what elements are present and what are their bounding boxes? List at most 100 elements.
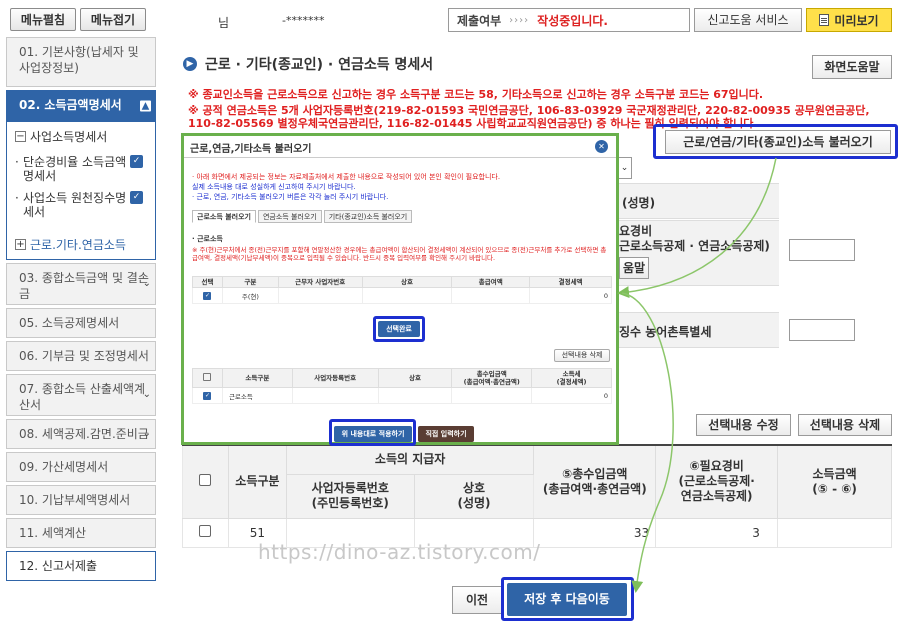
menu-item-prepaid-tax[interactable]: 10. 기납부세액명세서: [6, 485, 156, 515]
chevron-up-icon[interactable]: ▲: [140, 100, 151, 112]
delete-selected-button[interactable]: 선택내용 삭제: [798, 414, 892, 436]
collapse-icon[interactable]: −: [15, 131, 26, 142]
expand-icon[interactable]: +: [15, 239, 26, 250]
income-table: 소득구분 소득의 지급자 ⑤총수입금액 (총급여액·총연금액) ⑥필요경비 (근…: [182, 444, 892, 548]
mcell-income-type: 근로소득: [221, 387, 293, 404]
menu-item-tax-credit[interactable]: 08. 세액공제.감면.준비금 ⌄: [6, 419, 156, 449]
page-help-button[interactable]: 화면도움말: [812, 55, 892, 79]
mcell-name: [377, 387, 453, 404]
highlight-select-done: [373, 316, 425, 342]
chevron-down-icon[interactable]: ⌄: [143, 276, 151, 292]
mcell-name: [361, 287, 453, 304]
row-checkbox[interactable]: [199, 525, 212, 537]
modal-header: 근로,연금,기타소득 불러오기 ✕: [184, 136, 616, 158]
check-icon: ✓: [130, 191, 143, 204]
submenu-item-label: 단순경비율 소득금액명세서: [23, 155, 127, 183]
manual-input-button[interactable]: 직접 입력하기: [418, 426, 474, 442]
close-icon[interactable]: ✕: [595, 140, 608, 153]
modal-section-title: · 근로소득: [192, 235, 223, 243]
menu-item-penalty[interactable]: 09. 가산세명세서: [6, 452, 156, 482]
menu-item-tax-compute[interactable]: 11. 세액계산: [6, 518, 156, 548]
mcell-bizno: [291, 387, 379, 404]
row-checkbox[interactable]: ✓: [203, 392, 212, 400]
menu-item-deduction[interactable]: 05. 소득공제명세서: [6, 308, 156, 338]
modal-title: 근로,연금,기타소득 불러오기: [190, 144, 312, 155]
notice-religious-income: ※ 종교인소득을 근로소득으로 신고하는 경우 소득구분 코드는 58, 기타소…: [188, 88, 764, 101]
page-title: ▶ 근로 · 기타(종교인) · 연금소득 명세서: [183, 54, 433, 74]
menu-item-total-income[interactable]: 03. 종합소득금액 및 결손금 ⌄: [6, 263, 156, 305]
mcell-select: ✓: [192, 387, 223, 404]
col-income: 소득금액 (⑤ - ⑥): [777, 444, 892, 519]
step-menu-rest: 03. 종합소득금액 및 결손금 ⌄ 05. 소득공제명세서 06. 기부금 및 …: [6, 263, 156, 581]
edit-selected-button[interactable]: 선택내용 수정: [696, 414, 791, 436]
menu-item-income-statement[interactable]: 02. 소득금액명세서 ▲: [6, 90, 156, 122]
modal-labor-table: 선택 구분 근무자 사업자번호 상호 총급여액 결정세액 ✓ 주(현) 0: [192, 276, 612, 304]
mcol-bizno: 사업자등록번호: [291, 368, 379, 388]
mcol-gross: 총수입금액 (총급여액·총연금액): [451, 368, 533, 388]
status-label: 제출여부: [457, 13, 502, 28]
mcell-gross: [451, 287, 531, 304]
document-icon: [819, 14, 830, 26]
chevron-down-icon[interactable]: ⌄: [143, 387, 151, 403]
user-name-suffix: 님: [218, 16, 230, 30]
submenu-item-simple-expense[interactable]: 단순경비율 소득금액명세서✓: [15, 155, 143, 183]
modal-result-table: 소득구분 사업자등록번호 상호 총수입금액 (총급여액·총연금액) 소득세 (결…: [192, 368, 612, 404]
menu-item-label: 03. 종합소득금액 및 결손금: [19, 271, 149, 301]
mcol-name: 상호: [377, 368, 453, 388]
submenu-income-statement: −사업소득명세서 단순경비율 소득금액명세서✓ 사업소득 원천징수명세서✓ +근…: [6, 122, 156, 260]
table-row[interactable]: ✓ 주(현) 0: [192, 287, 612, 304]
select-all-checkbox[interactable]: [203, 373, 212, 381]
menu-item-submit[interactable]: 12. 신고서제출: [6, 551, 156, 581]
select-all-cell: [182, 444, 229, 519]
mcol-select: 선택: [192, 276, 223, 288]
form-label-deduction: 근로소득공제 · 연금소득공제): [619, 239, 770, 253]
menu-collapse-button[interactable]: 메뉴접기: [80, 8, 146, 31]
highlight-load-button: [653, 124, 898, 159]
preview-button[interactable]: 미리보기: [806, 8, 892, 32]
tab-pension-income[interactable]: 연금소득 불러오기: [257, 210, 322, 223]
submenu-item-label: 근로.기타.연금소득: [30, 238, 126, 252]
cell-income: [777, 517, 892, 548]
mcol-type: 구분: [221, 276, 279, 288]
submenu-item-withholding[interactable]: 사업소득 원천징수명세서✓: [15, 191, 143, 219]
tab-other-income[interactable]: 기타(종교인)소득 불러오기: [323, 210, 413, 223]
form-help-button[interactable]: 움말: [619, 257, 649, 279]
page-title-text: 근로 · 기타(종교인) · 연금소득 명세서: [205, 57, 434, 73]
menu-item-label: 08. 세액공제.감면.준비금: [19, 427, 149, 441]
rural-tax-input[interactable]: [789, 319, 855, 341]
submission-status: 제출여부 ›››› 작성중입니다.: [448, 8, 690, 32]
status-arrows: ››››: [509, 14, 530, 26]
menu-item-label: 12. 신고서제출: [19, 559, 98, 573]
tab-labor-income[interactable]: 근로소득 불러오기: [192, 210, 256, 223]
col-bizno: 사업자등록번호 (주민등록번호): [285, 473, 415, 519]
mcol-name: 상호: [361, 276, 453, 288]
menu-item-basic-info[interactable]: 01. 기본사항(납세자 및 사업장정보): [6, 37, 156, 87]
menu-item-donation[interactable]: 06. 기부금 및 조정명세서: [6, 341, 156, 371]
menu-item-tax-calc[interactable]: 07. 종합소득 산출세액계산서 ⌄: [6, 374, 156, 416]
highlight-apply-button: [329, 419, 416, 446]
prev-button[interactable]: 이전: [452, 586, 502, 614]
mcell-select: ✓: [192, 287, 223, 304]
menu-item-label: 06. 기부금 및 조정명세서: [19, 349, 149, 363]
submenu-group-business-income[interactable]: − 사업소득명세서: [15, 128, 149, 145]
submenu-item-label: 사업소득 원천징수명세서: [23, 191, 127, 219]
modal-warning: ※ 주(현)근무처에서 종(전)근무지를 포함해 연말정산한 경우에는 총급여액…: [192, 246, 607, 262]
menu-expand-button[interactable]: 메뉴펼침: [10, 8, 76, 31]
table-row[interactable]: ✓ 근로소득 0: [192, 387, 612, 404]
chevron-down-icon[interactable]: ⌄: [143, 426, 151, 442]
help-service-button[interactable]: 신고도움 서비스: [694, 8, 802, 32]
modal-note: · 근로, 연금, 기타소득 불러오기 버튼은 각각 눌러 주시기 바랍니다.: [192, 193, 389, 201]
row-checkbox[interactable]: ✓: [203, 292, 212, 300]
check-icon: ✓: [130, 155, 143, 168]
modal-select-delete-button[interactable]: 선택내용 삭제: [554, 349, 610, 362]
form-label-name: (성명): [622, 196, 656, 210]
select-all-checkbox[interactable]: [199, 473, 212, 486]
type-select-dropdown[interactable]: ⌄: [617, 157, 632, 179]
menu-item-label: 05. 소득공제명세서: [19, 316, 120, 330]
mcell-type: 주(현): [221, 287, 279, 304]
menu-item-label: 02. 소득금액명세서: [19, 98, 122, 112]
row-select-cell: [182, 517, 229, 548]
highlight-save-button: [501, 577, 634, 621]
submenu-item-labor-other-pension[interactable]: + 근로.기타.연금소득: [15, 236, 126, 253]
expense-input[interactable]: [789, 239, 855, 261]
